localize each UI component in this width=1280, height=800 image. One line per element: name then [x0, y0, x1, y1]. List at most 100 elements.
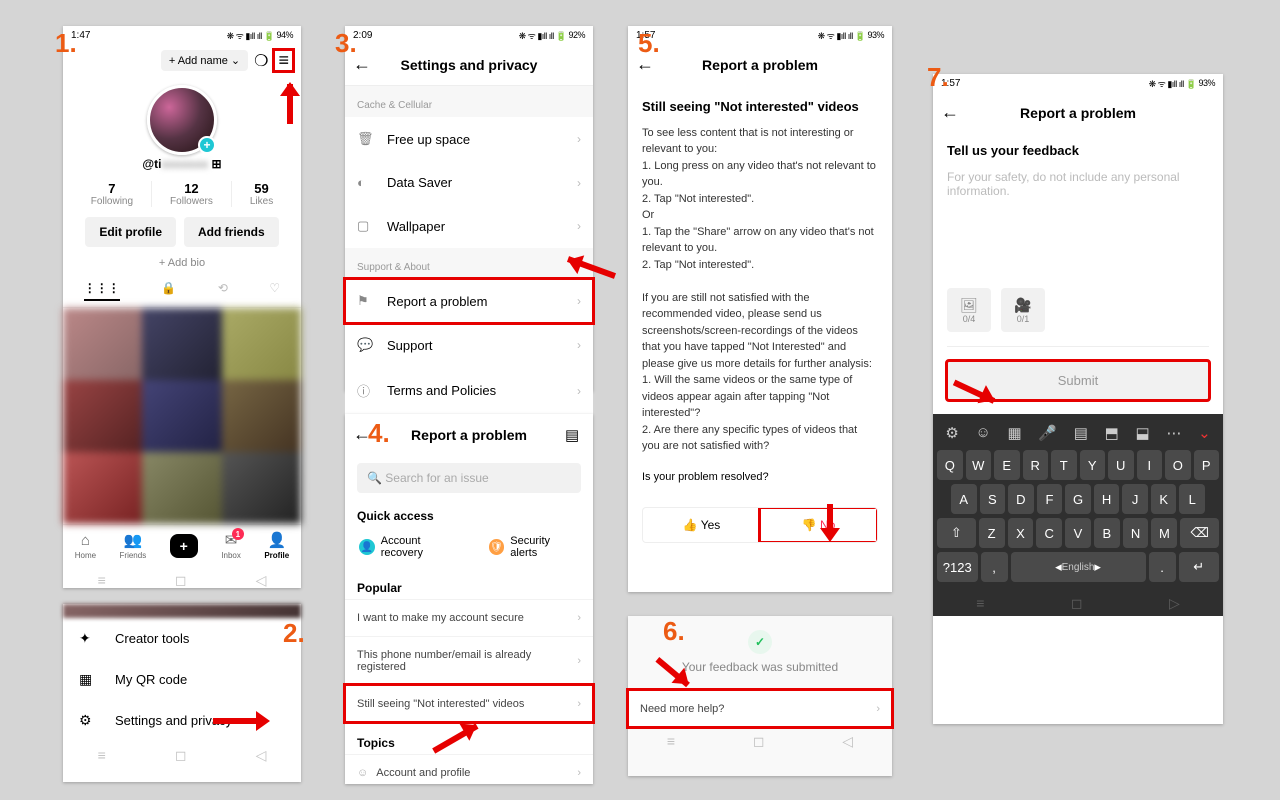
key-t[interactable]: T [1051, 450, 1077, 480]
history-icon[interactable]: ▤ [565, 426, 585, 444]
key-y[interactable]: Y [1080, 450, 1106, 480]
status-bar: 1:57 ❋ ᯤ ▮ıll ıll 🔋93% [628, 26, 892, 44]
video-grid[interactable] [63, 308, 301, 524]
kbd-tool-icon[interactable]: ⬒ [1105, 424, 1119, 442]
key-a[interactable]: A [951, 484, 977, 514]
info-icon: ⓘ [357, 381, 375, 400]
attach-video-button[interactable]: 🎥0/1 [1001, 288, 1045, 332]
stat-following[interactable]: 7Following [91, 181, 133, 207]
inbox-badge: 1 [232, 528, 244, 540]
data-icon: ◐ [357, 175, 375, 190]
key-r[interactable]: R [1023, 450, 1049, 480]
tab-reposts-icon[interactable]: ⟲ [218, 281, 228, 301]
key-l[interactable]: L [1179, 484, 1205, 514]
key-o[interactable]: O [1165, 450, 1191, 480]
resolved-no-button[interactable]: 👎 No [760, 508, 877, 542]
row-report-problem[interactable]: ⚑Report a problem› [345, 279, 593, 323]
key-n[interactable]: N [1123, 518, 1149, 548]
qa-security-alerts[interactable]: 🛡Security alerts [489, 535, 579, 559]
tab-liked-icon[interactable]: ♡ [269, 281, 280, 301]
key-v[interactable]: V [1065, 518, 1091, 548]
tab-create[interactable]: + [170, 538, 198, 554]
popular-row-2[interactable]: This phone number/email is already regis… [345, 636, 593, 685]
kbd-tool-icon[interactable]: ☺ [975, 424, 990, 442]
recovery-icon: 👤 [359, 539, 375, 555]
kbd-tool-icon[interactable]: ⋯ [1166, 424, 1181, 442]
key-u[interactable]: U [1108, 450, 1134, 480]
nav-home-icon[interactable]: ◻ [175, 572, 187, 589]
key-c[interactable]: C [1036, 518, 1062, 548]
row-data-saver[interactable]: ◐Data Saver› [345, 161, 593, 204]
kbd-tool-icon[interactable]: ⬓ [1136, 424, 1150, 442]
qa-account-recovery[interactable]: 👤Account recovery [359, 535, 465, 559]
kbd-tool-icon[interactable]: ▤ [1074, 424, 1088, 442]
tab-friends[interactable]: 👥Friends [120, 531, 147, 560]
key-h[interactable]: H [1094, 484, 1120, 514]
tab-posts-icon[interactable]: ⋮⋮⋮ [84, 281, 120, 301]
key-period[interactable]: . [1149, 552, 1176, 582]
kbd-tool-icon[interactable]: ⚙ [945, 424, 958, 442]
key-x[interactable]: X [1008, 518, 1034, 548]
row-wallpaper[interactable]: ▢Wallpaper› [345, 204, 593, 248]
tab-profile[interactable]: 👤Profile [264, 531, 289, 560]
hamburger-menu-icon[interactable]: ≡ [274, 50, 293, 71]
need-more-help-row[interactable]: Need more help?› [628, 690, 892, 727]
key-i[interactable]: I [1137, 450, 1163, 480]
nav-back-icon[interactable]: ◁ [256, 572, 267, 589]
stat-likes[interactable]: 59Likes [250, 181, 273, 207]
key-s[interactable]: S [980, 484, 1006, 514]
key-w[interactable]: W [966, 450, 992, 480]
gear-icon: ⚙ [79, 712, 101, 729]
avatar[interactable]: + [147, 85, 217, 155]
add-story-icon[interactable]: + [198, 136, 216, 154]
row-terms[interactable]: ⓘTerms and Policies› [345, 367, 593, 414]
key-comma[interactable]: , [981, 552, 1008, 582]
topic-account[interactable]: ☺Account and profile› [345, 754, 593, 791]
key-j[interactable]: J [1122, 484, 1148, 514]
popular-row-1[interactable]: I want to make my account secure› [345, 599, 593, 636]
back-icon[interactable]: ← [941, 102, 961, 123]
attach-image-button[interactable]: 🖼0/4 [947, 288, 991, 332]
edit-profile-button[interactable]: Edit profile [85, 217, 176, 247]
menu-qr-code[interactable]: ▦My QR code [63, 659, 301, 700]
key-z[interactable]: Z [979, 518, 1005, 548]
key-g[interactable]: G [1065, 484, 1091, 514]
key-p[interactable]: P [1194, 450, 1220, 480]
row-free-up-space[interactable]: 🗑Free up space› [345, 117, 593, 161]
row-support[interactable]: 💬Support› [345, 323, 593, 367]
add-friends-button[interactable]: Add friends [184, 217, 279, 247]
key-space[interactable]: ◂ English ▸ [1011, 552, 1146, 582]
add-bio-button[interactable]: + Add bio [63, 251, 301, 275]
status-bar: 1:57 ❋ ᯤ ▮ıll ıll 🔋93% [933, 74, 1223, 92]
footprint-icon[interactable]: ❍ [254, 51, 268, 71]
key-symbols[interactable]: ?123 [937, 552, 978, 582]
menu-creator-tools[interactable]: ✦Creator tools [63, 618, 301, 659]
key-m[interactable]: M [1151, 518, 1177, 548]
tab-private-icon[interactable]: 🔒 [161, 281, 176, 301]
search-input[interactable]: 🔍 Search for an issue [357, 463, 581, 493]
kbd-close-icon[interactable]: ⌄ [1198, 424, 1211, 442]
status-bar: 2:09 ❋ ᯤ ▮ıll ıll 🔋92% [345, 26, 593, 44]
nav-recent-icon[interactable]: ≡ [98, 572, 106, 588]
key-⇧[interactable]: ⇧ [937, 518, 976, 548]
kbd-tool-icon[interactable]: ▦ [1008, 424, 1022, 442]
key-enter[interactable]: ↵ [1179, 552, 1220, 582]
kbd-tool-icon[interactable]: 🎤 [1038, 424, 1057, 442]
tab-home[interactable]: ⌂Home [75, 532, 96, 560]
tab-inbox[interactable]: ✉Inbox1 [221, 531, 241, 560]
android-nav: ≡ ◻ ◁ [63, 566, 301, 594]
feedback-prompt: Tell us your feedback [933, 133, 1223, 162]
key-e[interactable]: E [994, 450, 1020, 480]
key-⌫[interactable]: ⌫ [1180, 518, 1219, 548]
key-d[interactable]: D [1008, 484, 1034, 514]
shield-icon: 🛡 [489, 539, 505, 555]
screen-profile: 1:47 ❋ ᯤ ▮ıll ıll 🔋94% + Add name ⌄ ❍ ≡ … [63, 26, 301, 588]
key-k[interactable]: K [1151, 484, 1177, 514]
key-f[interactable]: F [1037, 484, 1063, 514]
key-b[interactable]: B [1094, 518, 1120, 548]
resolved-yes-button[interactable]: 👍 Yes [643, 508, 760, 542]
add-name-pill[interactable]: + Add name ⌄ [161, 50, 248, 71]
key-q[interactable]: Q [937, 450, 963, 480]
feedback-textarea[interactable]: For your safety, do not include any pers… [933, 162, 1223, 288]
stat-followers[interactable]: 12Followers [151, 181, 232, 207]
